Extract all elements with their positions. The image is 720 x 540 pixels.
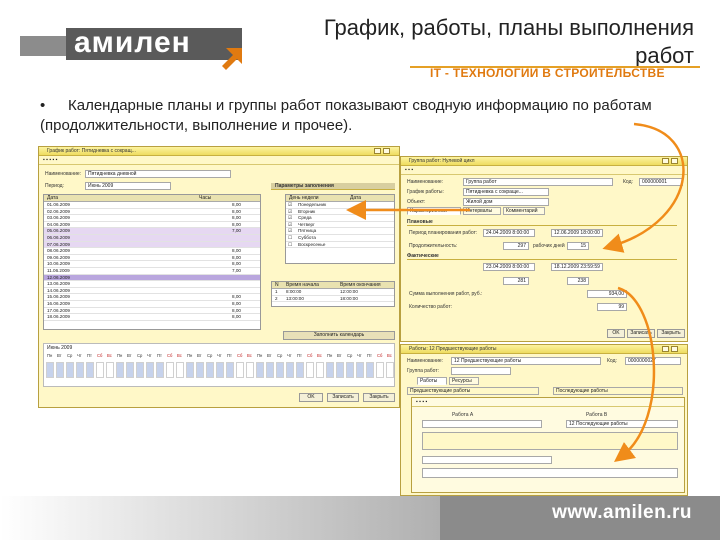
slide: амилен График, работы, планы выполнения …: [0, 0, 720, 540]
footer-gradient: [0, 496, 440, 540]
arrow-to-bottom-window: [614, 286, 656, 463]
arrow-to-top-window: [602, 122, 685, 253]
connector-arrows: [346, 122, 685, 463]
footer-url[interactable]: www.amilen.ru: [552, 502, 692, 524]
